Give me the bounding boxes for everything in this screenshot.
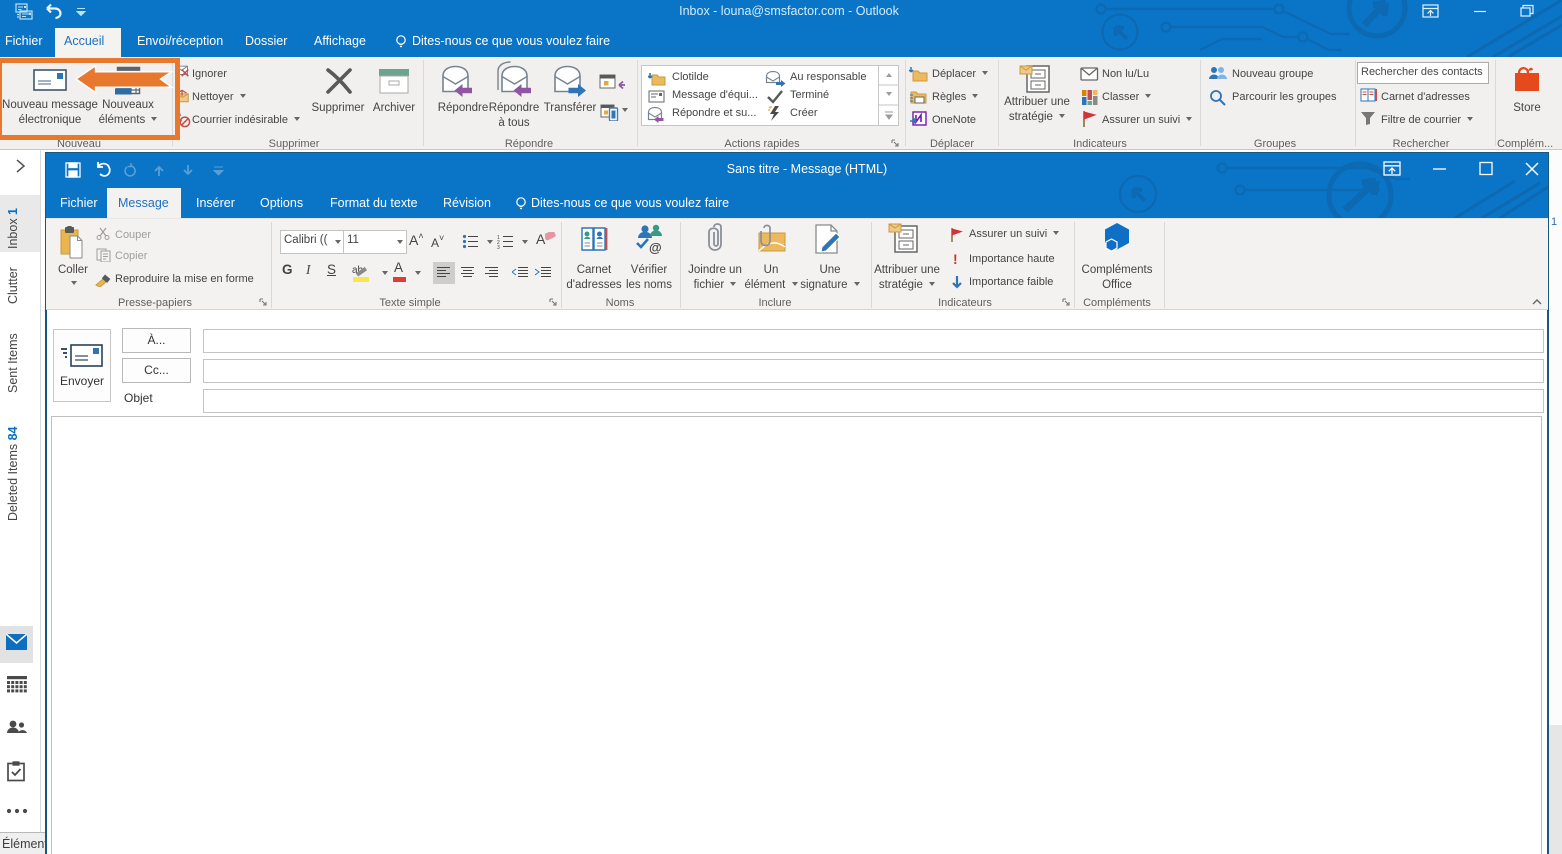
svg-text:3: 3 <box>497 245 500 249</box>
svg-text:@: @ <box>649 240 662 254</box>
